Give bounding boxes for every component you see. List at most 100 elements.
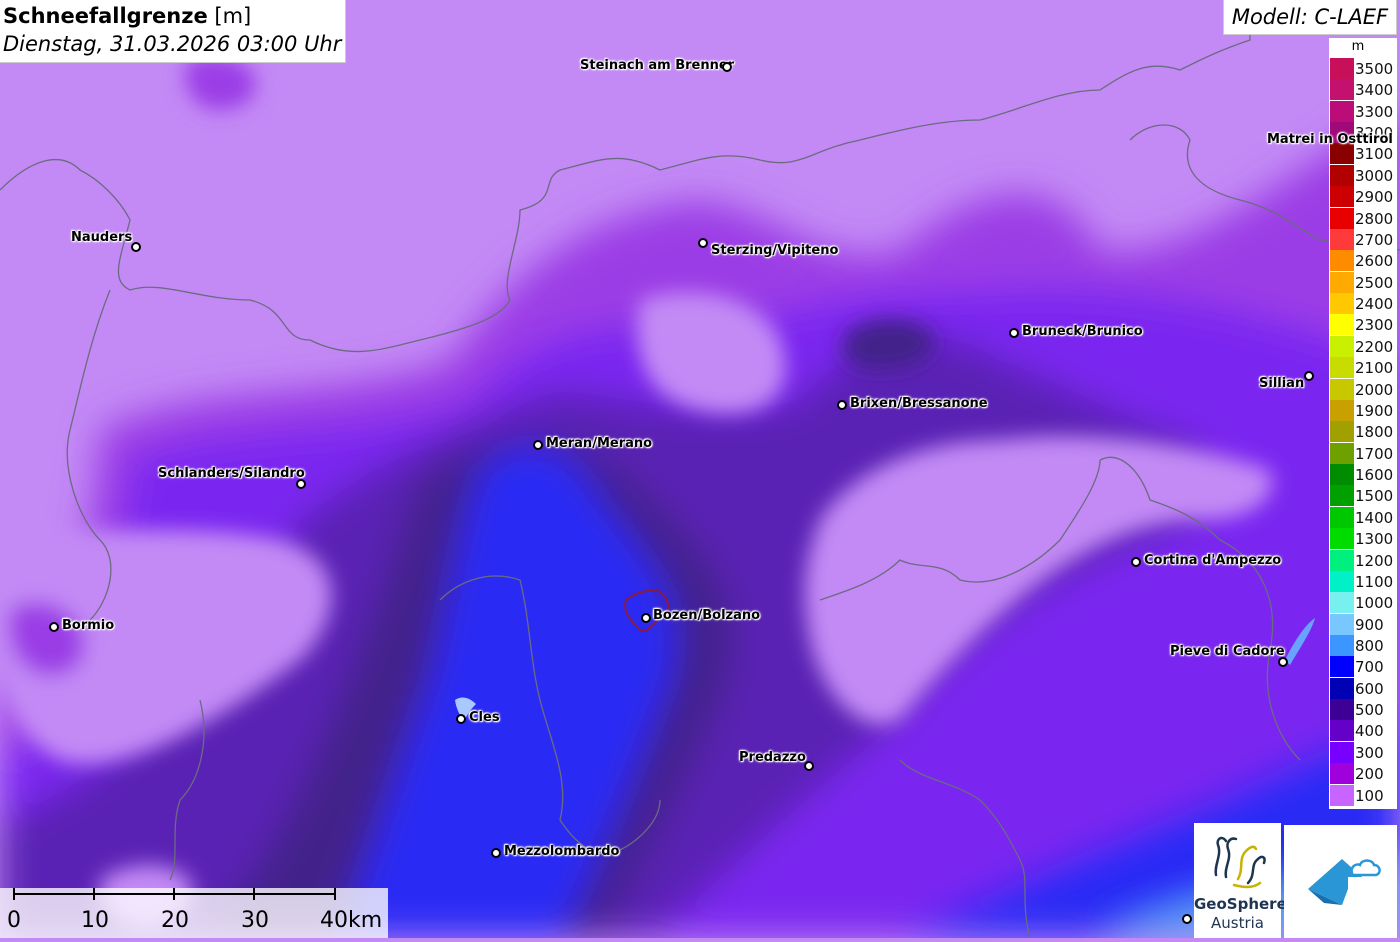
legend-label: 2100 bbox=[1355, 359, 1394, 378]
scale-tick-10: 10 bbox=[81, 908, 109, 933]
legend-entry: 1400 bbox=[1329, 506, 1397, 528]
legend-label: 1900 bbox=[1355, 401, 1394, 420]
scale-tick-30: 30 bbox=[241, 908, 269, 933]
legend-entry: 1300 bbox=[1329, 528, 1397, 550]
legend-label: 3000 bbox=[1355, 166, 1394, 185]
city-marker-sillian[interactable] bbox=[1304, 371, 1314, 381]
legend-label: 1300 bbox=[1355, 530, 1394, 549]
legend-label: 600 bbox=[1355, 679, 1384, 698]
parameter-name: Schneefallgrenze bbox=[3, 4, 208, 28]
legend-swatch bbox=[1330, 506, 1354, 528]
city-marker-brixen[interactable] bbox=[837, 400, 847, 410]
legend-entry: 2000 bbox=[1329, 378, 1397, 400]
city-label-pieve: Pieve di Cadore bbox=[1170, 644, 1285, 659]
city-marker-schlanders[interactable] bbox=[296, 479, 306, 489]
city-marker-unlabeled[interactable] bbox=[1182, 914, 1192, 924]
legend-entry: 300 bbox=[1329, 741, 1397, 763]
legend-label: 500 bbox=[1355, 701, 1384, 720]
city-marker-cles[interactable] bbox=[456, 714, 466, 724]
weather-app-logo[interactable] bbox=[1284, 825, 1397, 938]
legend-swatch bbox=[1330, 378, 1354, 400]
legend-label: 1100 bbox=[1355, 572, 1394, 591]
legend-entry: 3000 bbox=[1329, 164, 1397, 186]
legend-label: 3100 bbox=[1355, 145, 1394, 164]
legend-swatch bbox=[1330, 741, 1354, 763]
legend-entry: 3400 bbox=[1329, 79, 1397, 101]
city-label-matrei: Matrei in Osttirol bbox=[1267, 132, 1393, 147]
legend-entry: 2200 bbox=[1329, 335, 1397, 357]
legend-swatch bbox=[1330, 335, 1354, 357]
city-marker-pieve[interactable] bbox=[1278, 657, 1288, 667]
city-marker-sterzing[interactable] bbox=[698, 238, 708, 248]
legend-entry: 2700 bbox=[1329, 228, 1397, 250]
city-label-mezzolombardo: Mezzolombardo bbox=[504, 844, 620, 859]
legend-label: 400 bbox=[1355, 722, 1384, 741]
legend-entry: 2500 bbox=[1329, 271, 1397, 293]
legend-entry: 2900 bbox=[1329, 186, 1397, 208]
legend-label: 2000 bbox=[1355, 380, 1394, 399]
legend-label: 900 bbox=[1355, 615, 1384, 634]
legend-entry: 2300 bbox=[1329, 314, 1397, 336]
geosphere-austria-logo[interactable]: GeoSphere Austria bbox=[1194, 823, 1287, 938]
city-label-bormio: Bormio bbox=[62, 618, 115, 633]
legend-label: 2600 bbox=[1355, 252, 1394, 271]
legend-entry: 2400 bbox=[1329, 293, 1397, 315]
legend-entry: 1800 bbox=[1329, 421, 1397, 443]
city-marker-bozen[interactable] bbox=[641, 613, 651, 623]
city-label-schlanders: Schlanders/Silandro bbox=[158, 466, 305, 481]
legend-swatch bbox=[1330, 314, 1354, 336]
legend-swatch bbox=[1330, 357, 1354, 379]
legend-label: 2800 bbox=[1355, 209, 1394, 228]
legend-label: 1600 bbox=[1355, 466, 1394, 485]
parameter-unit: [m] bbox=[214, 4, 252, 28]
city-label-sterzing: Sterzing/Vipiteno bbox=[711, 243, 839, 258]
legend-entry: 700 bbox=[1329, 656, 1397, 678]
legend-swatch bbox=[1330, 442, 1354, 464]
city-marker-steinach[interactable] bbox=[722, 62, 732, 72]
legend-swatch bbox=[1330, 271, 1354, 293]
scale-tick-40km: 40km bbox=[320, 908, 383, 933]
legend-swatch bbox=[1330, 656, 1354, 678]
city-label-bozen: Bozen/Bolzano bbox=[653, 608, 761, 623]
legend-unit: m bbox=[1351, 39, 1365, 54]
legend-swatch bbox=[1330, 399, 1354, 421]
city-label-meran: Meran/Merano bbox=[546, 436, 653, 451]
city-marker-bruneck[interactable] bbox=[1009, 328, 1019, 338]
legend-swatch bbox=[1330, 699, 1354, 721]
model-label: Modell: C-LAEF bbox=[1223, 0, 1397, 35]
legend-label: 800 bbox=[1355, 636, 1384, 655]
legend-entry: 2800 bbox=[1329, 207, 1397, 229]
legend-swatch bbox=[1330, 164, 1354, 186]
forecast-datetime: Dienstag, 31.03.2026 03:00 Uhr bbox=[3, 32, 342, 56]
city-marker-mezzolombardo[interactable] bbox=[491, 848, 501, 858]
legend-label: 3300 bbox=[1355, 102, 1394, 121]
city-marker-meran[interactable] bbox=[533, 440, 543, 450]
legend-entry: 600 bbox=[1329, 677, 1397, 699]
map-title: Schneefallgrenze [m] bbox=[3, 2, 345, 30]
geosphere-subtitle: Austria bbox=[1211, 914, 1264, 932]
city-label-cles: Cles bbox=[469, 710, 500, 725]
legend-swatch bbox=[1330, 613, 1354, 635]
city-marker-bormio[interactable] bbox=[49, 622, 59, 632]
legend-label: 1000 bbox=[1355, 594, 1394, 613]
legend-label: 1700 bbox=[1355, 444, 1394, 463]
legend-swatch bbox=[1330, 677, 1354, 699]
city-marker-nauders[interactable] bbox=[131, 242, 141, 252]
city-marker-predazzo[interactable] bbox=[804, 761, 814, 771]
legend-swatch bbox=[1330, 592, 1354, 614]
legend-swatch bbox=[1330, 464, 1354, 486]
legend-entry: 2600 bbox=[1329, 250, 1397, 272]
legend-label: 2900 bbox=[1355, 188, 1394, 207]
legend-label: 2400 bbox=[1355, 295, 1394, 314]
legend-label: 100 bbox=[1355, 786, 1384, 805]
legend-entry: 800 bbox=[1329, 634, 1397, 656]
legend-label: 1400 bbox=[1355, 508, 1394, 527]
legend-swatch bbox=[1330, 720, 1354, 742]
city-marker-cortina[interactable] bbox=[1131, 557, 1141, 567]
legend-entry: 400 bbox=[1329, 720, 1397, 742]
legend-entry: 1900 bbox=[1329, 399, 1397, 421]
legend-entry: 900 bbox=[1329, 613, 1397, 635]
legend-swatch bbox=[1330, 100, 1354, 122]
city-label-cortina: Cortina d'Ampezzo bbox=[1144, 553, 1282, 568]
legend-swatch bbox=[1330, 528, 1354, 550]
